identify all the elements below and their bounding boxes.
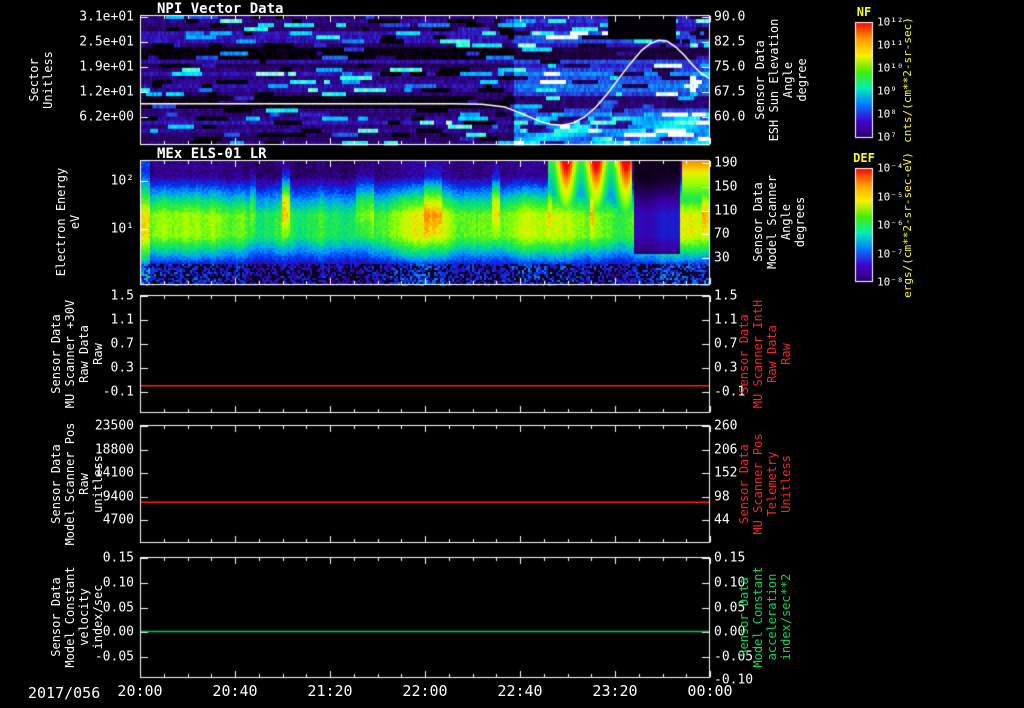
y-tick-label-left: 2.5e+01 bbox=[79, 34, 134, 50]
panel4-y-axis-label: Sensor Data Model Scanner Pos Raw unitle… bbox=[49, 422, 105, 546]
colorbar-tick-label: 10⁻⁴ bbox=[877, 161, 904, 175]
panel5-y-axis-label: Sensor Data Model Constant velocity inde… bbox=[49, 566, 105, 668]
y-tick-label-left: 6.2e+00 bbox=[79, 109, 134, 125]
x-tick-label: 20:00 bbox=[117, 682, 163, 700]
panel3-y-axis-label: Sensor Data MU Scanner +30V Raw Data Raw bbox=[49, 299, 105, 409]
colorbar-tick-label: 10⁻⁵ bbox=[877, 190, 904, 204]
y-tick-label-left: 0.15 bbox=[102, 550, 134, 566]
panel2-y-axis-label: Electron Energy eV bbox=[54, 167, 82, 277]
colorbar1-units-label: cnts/(cm**2-sr-sec) bbox=[901, 17, 914, 143]
panel1-y-axis-label: Sector Unitless bbox=[27, 51, 55, 109]
panel5-right-axis-label: Sensor Data Model Constant acceleration … bbox=[737, 566, 793, 668]
x-tick-label: 22:00 bbox=[402, 682, 448, 700]
x-tick-label: 22:40 bbox=[497, 682, 543, 700]
panel3-right-axis-label: Sensor Data MU Scanner IntH Raw Data Raw bbox=[737, 299, 793, 409]
y-tick-label-left: 3.1e+01 bbox=[79, 9, 134, 25]
colorbar-tick-label: 10⁸ bbox=[877, 107, 897, 121]
colorbar-tick-label: 10¹⁰ bbox=[877, 61, 904, 75]
panel4-right-axis-label: Sensor Data MU Scanner Pos Telemetry Uni… bbox=[737, 433, 793, 535]
y-tick-label-left: 1.9e+01 bbox=[79, 59, 134, 75]
y-tick-label-right: 190 bbox=[714, 155, 738, 171]
colorbar-tick-label: 10⁻⁶ bbox=[877, 218, 904, 232]
x-tick-label: 21:20 bbox=[307, 682, 353, 700]
x-tick-label: 23:20 bbox=[592, 682, 638, 700]
panel2-title: MEx ELS-01 LR bbox=[157, 146, 267, 162]
colorbar-tick-label: 10¹² bbox=[877, 15, 904, 29]
x-axis-date-label: 2017/056 bbox=[28, 684, 101, 702]
colorbar1-title: NF bbox=[856, 5, 872, 19]
colorbar-tick-label: 10⁹ bbox=[877, 84, 897, 98]
plot-canvas bbox=[0, 0, 1024, 708]
colorbar2-units-label: ergs/(cm**2-sr-sec-eV) bbox=[901, 152, 914, 298]
colorbar-tick-label: 10⁷ bbox=[877, 130, 897, 144]
y-tick-label-left: 1.2e+01 bbox=[79, 84, 134, 100]
y-tick-label-right: 0.15 bbox=[714, 550, 746, 566]
colorbar-tick-label: 10¹¹ bbox=[877, 38, 904, 52]
panel1-right-axis-label: Sensor Data ESH Sun Elevation Angle degr… bbox=[753, 18, 809, 142]
x-tick-label: 20:40 bbox=[212, 682, 258, 700]
y-tick-label-right: 260 bbox=[714, 418, 738, 434]
panel1-title: NPI Vector Data bbox=[157, 1, 284, 17]
panel2-right-axis-label: Sensor Data Model Scanner Angle degrees bbox=[751, 175, 807, 269]
colorbar-tick-label: 10⁻⁷ bbox=[877, 247, 904, 261]
spacecraft-data-plot-page: { "x_axis": { "date_label": "2017/056", … bbox=[0, 0, 1024, 708]
colorbar2-title: DEF bbox=[853, 151, 875, 165]
colorbar-tick-label: 10⁻⁸ bbox=[877, 275, 904, 289]
x-tick-label: 00:00 bbox=[687, 682, 733, 700]
